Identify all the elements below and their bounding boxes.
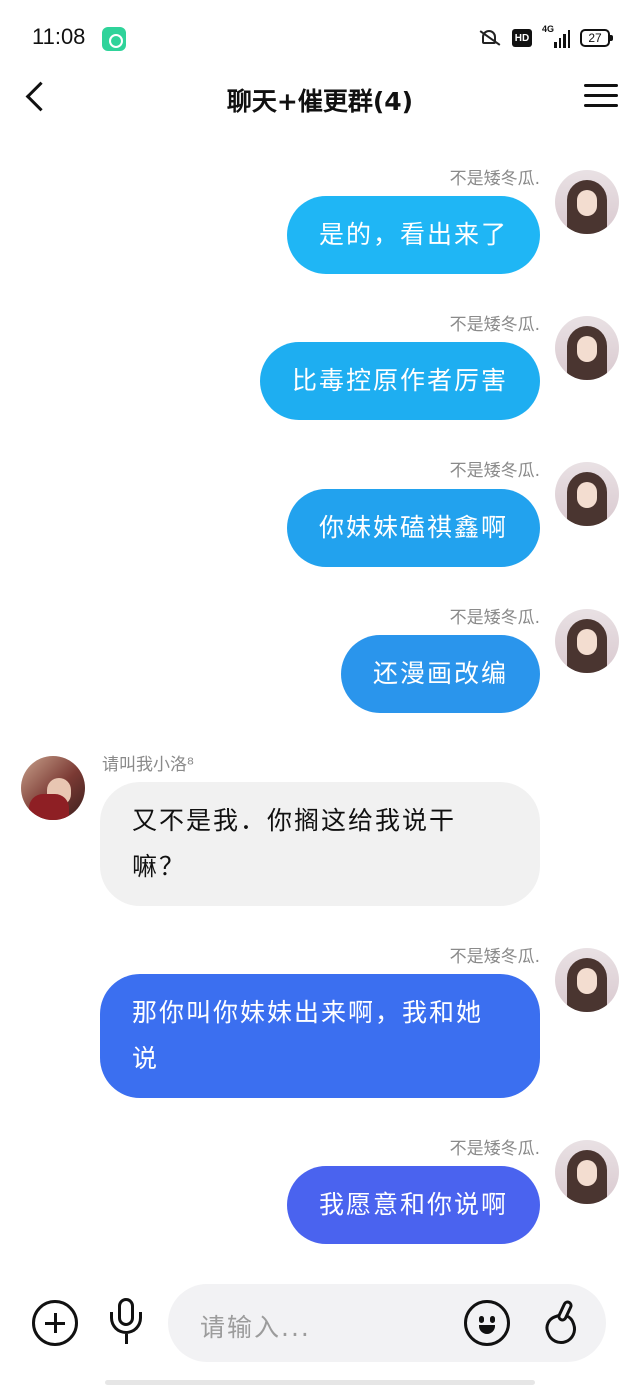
message-bubble[interactable]: 还漫画改编 <box>340 635 540 713</box>
signal-icon: 4G <box>542 24 570 48</box>
status-indicators: HD 4G 27 <box>476 24 613 50</box>
avatar[interactable] <box>555 1140 619 1204</box>
menu-icon[interactable] <box>584 82 618 110</box>
message-bubble[interactable]: 又不是我．你搁这给我说干嘛？ <box>100 782 540 906</box>
message-bubble[interactable]: 是的，看出来了 <box>286 196 540 274</box>
plus-icon[interactable] <box>32 1300 78 1346</box>
status-bar: 11:08 HD 4G 27 <box>0 0 640 72</box>
status-time: 11:08 <box>32 24 86 49</box>
sender-name: 不是矮冬瓜. <box>449 1139 540 1159</box>
avatar[interactable] <box>555 316 619 380</box>
avatar[interactable] <box>555 170 619 234</box>
sender-name: 不是矮冬瓜. <box>449 169 540 189</box>
avatar[interactable] <box>555 948 619 1012</box>
sender-name: 不是矮冬瓜. <box>449 947 540 967</box>
sender-name: 不是矮冬瓜. <box>449 608 540 628</box>
input-placeholder: 请输入... <box>200 1313 311 1342</box>
input-bar: 请输入... <box>0 1280 640 1370</box>
sender-name: 不是矮冬瓜. <box>449 461 540 481</box>
battery-level: 27 <box>588 31 602 45</box>
emoji-icon[interactable] <box>464 1300 510 1346</box>
mute-icon <box>476 28 502 48</box>
chat-title: 聊天+催更群(4) <box>226 87 414 116</box>
hd-icon: HD <box>512 29 532 47</box>
message-bubble[interactable]: 你妹妹磕祺鑫啊 <box>286 489 540 567</box>
message-bubble[interactable]: 那你叫你妹妹出来啊，我和她说 <box>100 974 540 1098</box>
message-list[interactable]: 不是矮冬瓜. 是的，看出来了 不是矮冬瓜. 比毒控原作者厉害 不是矮冬瓜. 你妹… <box>0 122 640 1272</box>
message-bubble[interactable]: 我愿意和你说啊 <box>286 1166 540 1244</box>
sender-name: 请叫我小洛⁸ <box>102 755 194 775</box>
sender-name: 不是矮冬瓜. <box>449 315 540 335</box>
home-indicator[interactable] <box>105 1380 535 1385</box>
avatar[interactable] <box>555 462 619 526</box>
network-type: 4G <box>542 24 555 34</box>
avatar[interactable] <box>555 609 619 673</box>
chat-header: 聊天+催更群(4) <box>0 72 640 122</box>
battery-icon: 27 <box>580 29 613 47</box>
avatar[interactable] <box>21 756 85 820</box>
message-bubble[interactable]: 比毒控原作者厉害 <box>259 342 540 420</box>
message-input[interactable]: 请输入... <box>168 1284 606 1362</box>
microphone-icon[interactable] <box>104 1298 148 1348</box>
app-notification-icon <box>102 27 126 51</box>
hand-gesture-icon[interactable] <box>540 1298 584 1349</box>
